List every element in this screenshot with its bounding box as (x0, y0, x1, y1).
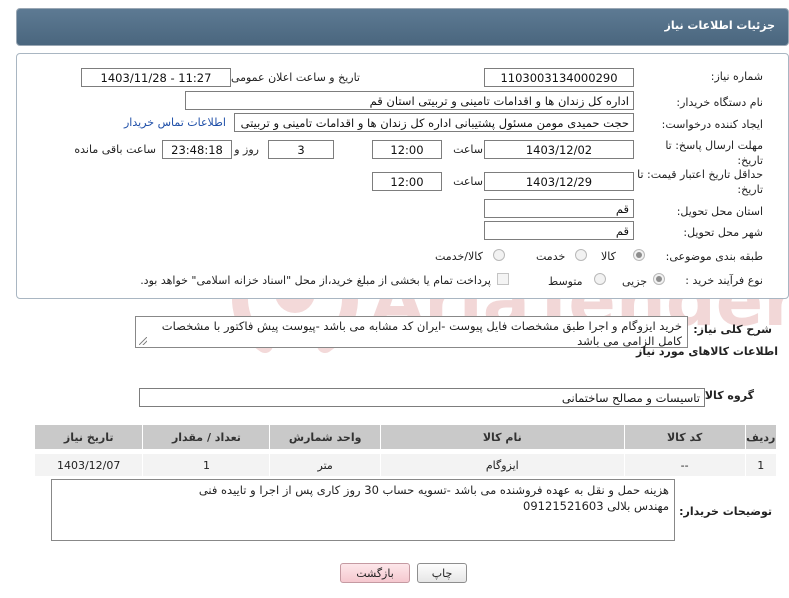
cell-unit: متر (269, 453, 381, 477)
cell-quantity: 1 (142, 453, 271, 477)
need-description-value: خرید ایزوگام و اجرا طبق مشخصات فایل پیوس… (161, 319, 682, 348)
reply-deadline-label: مهلت ارسال پاسخ: تا تاریخ: (665, 139, 763, 167)
price-validity-label: حداقل تاریخ اعتبار قیمت: تا تاریخ: (637, 168, 763, 196)
process-partial-label: جزیی (622, 275, 648, 288)
cell-need-date: 1403/12/07 (33, 453, 144, 477)
category-both-radio[interactable] (493, 249, 505, 261)
col-header-quantity: تعداد / مقدار (142, 424, 271, 450)
cell-name: ایزوگام (379, 453, 625, 477)
category-both-label: کالا/خدمت (435, 250, 483, 263)
buyer-notes-line-1: هزینه حمل و نقل به عهده فروشنده می باشد … (198, 483, 669, 497)
remaining-days-field: 3 (268, 140, 334, 159)
validity-time-label: ساعت (453, 175, 483, 188)
table-row: 1 -- ایزوگام متر 1 1403/12/07 (33, 453, 778, 477)
remaining-label: ساعت باقی مانده (74, 143, 156, 156)
page-title: جزئیات اطلاعات نیاز (664, 19, 776, 32)
need-number-field: 1103003134000290 (484, 68, 634, 87)
col-header-unit: واحد شمارش (269, 424, 381, 450)
reply-deadline-time: 12:00 (372, 140, 442, 159)
buyer-notes-line-2: مهندس بلالی 09121521603 (523, 499, 669, 513)
cell-row-number: 1 (744, 453, 778, 477)
treasury-payment-note: پرداخت تمام یا بخشی از مبلغ خرید،از محل … (140, 274, 491, 287)
process-medium-radio[interactable] (594, 273, 606, 285)
col-header-need-date: تاریخ نیاز (33, 424, 144, 450)
col-header-name: نام کالا (379, 424, 625, 450)
buyer-org-field: اداره کل زندان ها و اقدامات تامینی و ترب… (185, 91, 634, 110)
delivery-city-label: شهر محل تحویل: (683, 226, 763, 239)
reply-deadline-date: 1403/12/02 (484, 140, 634, 159)
announce-datetime-label: تاریخ و ساعت اعلان عمومی: (227, 71, 360, 84)
category-goods-radio[interactable] (633, 249, 645, 261)
need-description-text: خرید ایزوگام و اجرا طبق مشخصات فایل پیوس… (135, 316, 688, 348)
process-partial-radio[interactable] (653, 273, 665, 285)
delivery-province-label: استان محل تحویل: (676, 205, 763, 218)
category-label: طبقه بندی موضوعی: (665, 250, 763, 263)
price-validity-date: 1403/12/29 (484, 172, 634, 191)
buyer-notes-box: هزینه حمل و نقل به عهده فروشنده می باشد … (51, 479, 675, 541)
col-header-row: ردیف (744, 424, 778, 450)
print-button[interactable]: چاپ (417, 563, 467, 583)
goods-group-field: تاسیسات و مصالح ساختمانی (139, 388, 705, 407)
process-medium-label: متوسط (548, 275, 583, 288)
days-label: روز و (234, 143, 259, 156)
delivery-province-field: قم (484, 199, 634, 218)
reply-time-label: ساعت (453, 143, 483, 156)
need-number-label: شماره نیاز: (710, 70, 763, 83)
purchase-process-label: نوع فرآیند خرید : (685, 274, 763, 287)
need-description-label: شرح کلی نیاز: (693, 323, 772, 336)
back-button[interactable]: بازگشت (340, 563, 410, 583)
goods-group-label: گروه کالا: (700, 389, 754, 402)
category-service-radio[interactable] (575, 249, 587, 261)
cell-code: -- (623, 453, 746, 477)
treasury-payment-checkbox[interactable] (497, 273, 509, 285)
requester-label: ایجاد کننده درخواست: (661, 118, 763, 131)
resize-handle-icon[interactable] (139, 337, 147, 345)
goods-table: ردیف کد کالا نام کالا واحد شمارش تعداد /… (33, 424, 778, 477)
category-goods-label: کالا (601, 250, 616, 263)
col-header-code: کد کالا (623, 424, 746, 450)
buyer-org-label: نام دستگاه خریدار: (676, 96, 763, 109)
announce-datetime-field: 1403/11/28 - 11:27 (81, 68, 231, 87)
delivery-city-field: قم (484, 221, 634, 240)
goods-section-title: اطلاعات کالاهای مورد نیاز (636, 345, 778, 358)
buyer-contact-link[interactable]: اطلاعات تماس خریدار (124, 116, 226, 129)
category-service-label: خدمت (536, 250, 566, 263)
buyer-notes-label: توضیحات خریدار: (679, 505, 772, 518)
price-validity-time: 12:00 (372, 172, 442, 191)
remaining-time-field: 23:48:18 (162, 140, 232, 159)
requester-field: حجت حمیدی مومن مسئول پشتیبانی اداره کل ز… (234, 113, 634, 132)
